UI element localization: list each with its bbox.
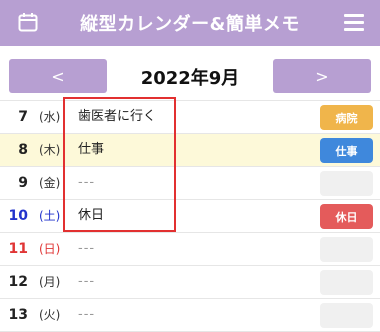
app-title: 縦型カレンダー&簡単メモ — [80, 14, 300, 35]
day-row[interactable]: 7 (水) 歯医者に行く 病院 — [0, 101, 380, 134]
category-tag[interactable]: 休日 — [320, 204, 373, 229]
memo-text[interactable]: --- — [78, 233, 95, 265]
category-tag[interactable] — [320, 171, 373, 196]
prev-month-button[interactable]: < — [9, 59, 107, 93]
day-row-saturday[interactable]: 10 (土) 休日 休日 — [0, 200, 380, 233]
memo-text[interactable]: --- — [78, 266, 95, 298]
memo-text[interactable]: 仕事 — [78, 134, 104, 166]
app-header: 縦型カレンダー&簡単メモ — [0, 0, 380, 46]
day-row-sunday[interactable]: 11 (日) --- — [0, 233, 380, 266]
category-tag[interactable] — [320, 270, 373, 295]
weekday-label: (水) — [39, 110, 61, 124]
day-row[interactable]: 12 (月) --- — [0, 266, 380, 299]
day-number: 12 — [8, 274, 28, 290]
day-number: 10 — [8, 208, 28, 224]
day-number: 7 — [18, 109, 28, 125]
category-tag[interactable]: 仕事 — [320, 138, 373, 163]
weekday-label: (金) — [39, 176, 61, 190]
day-number: 9 — [18, 175, 28, 191]
day-number: 13 — [8, 307, 28, 323]
category-tag[interactable] — [320, 237, 373, 262]
weekday-label: (火) — [39, 308, 61, 322]
category-tag[interactable] — [320, 303, 373, 328]
memo-text[interactable]: 歯医者に行く — [78, 101, 156, 133]
next-month-button[interactable]: > — [273, 59, 371, 93]
weekday-label: (月) — [39, 275, 61, 289]
memo-text[interactable]: --- — [78, 299, 95, 331]
day-row[interactable]: 13 (火) --- — [0, 299, 380, 332]
memo-text[interactable]: 休日 — [78, 200, 104, 232]
weekday-label: (土) — [39, 209, 61, 223]
memo-text[interactable]: --- — [78, 167, 95, 199]
day-row[interactable]: 9 (金) --- — [0, 167, 380, 200]
hamburger-menu-icon[interactable] — [344, 14, 364, 32]
calendar-icon[interactable] — [18, 12, 38, 32]
weekday-label: (木) — [39, 143, 61, 157]
day-number: 11 — [8, 241, 28, 257]
category-tag[interactable]: 病院 — [320, 105, 373, 130]
day-list: 7 (水) 歯医者に行く 病院 8 (木) 仕事 仕事 9 (金) --- 10… — [0, 100, 380, 332]
month-navigation: < 2022年9月 > — [0, 46, 380, 100]
day-number: 8 — [18, 142, 28, 158]
day-row-today[interactable]: 8 (木) 仕事 仕事 — [0, 134, 380, 167]
weekday-label: (日) — [39, 242, 61, 256]
